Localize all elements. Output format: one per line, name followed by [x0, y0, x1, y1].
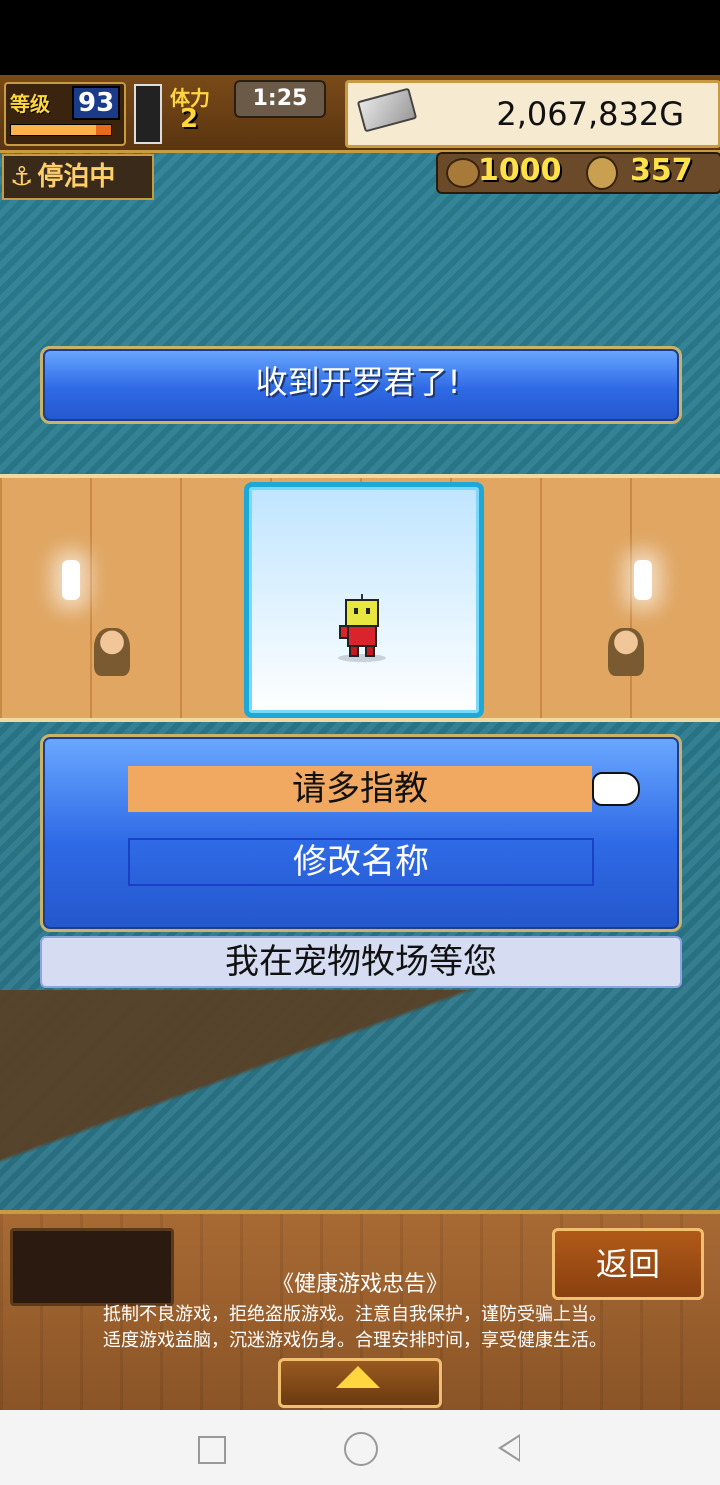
- status-bar: [0, 0, 720, 75]
- resource-1-value: 1000: [478, 153, 562, 188]
- port-status-badge[interactable]: ⚓ 停泊中: [2, 154, 154, 200]
- level-label: 等级: [10, 92, 50, 116]
- stamina-gauge: [134, 84, 162, 144]
- health-notice-line-2: 适度游戏益脑，沉迷游戏伤身。合理安排时间，享受健康生活。: [103, 1330, 607, 1351]
- anchor-icon: ⚓: [10, 162, 34, 192]
- lamp-left: [62, 560, 80, 600]
- level-progress-bar: [10, 124, 112, 136]
- health-notice-title: 《健康游戏忠告》: [271, 1272, 448, 1297]
- arrow-up-icon: [336, 1366, 380, 1388]
- level-value: 93: [72, 86, 121, 120]
- lamp-right: [634, 560, 652, 600]
- ship-deck-scene: [0, 990, 720, 1210]
- message-text: 收到开罗君了!: [255, 363, 461, 401]
- stamina-value: 2: [180, 104, 199, 134]
- recent-apps-icon[interactable]: [198, 1436, 226, 1464]
- money-amount: 2,067,832G: [496, 95, 684, 133]
- choice-dialog: [40, 734, 682, 932]
- cannon-icon: [446, 158, 480, 188]
- crew-member-left: [94, 628, 130, 676]
- crew-member-right: [608, 628, 644, 676]
- farm-notice-banner: 我在宠物牧场等您: [40, 936, 682, 988]
- back-nav-icon-inner: [502, 1437, 519, 1459]
- home-icon[interactable]: [344, 1432, 378, 1466]
- pointing-hand-icon: [592, 772, 640, 806]
- stamina-timer: 1:25: [234, 80, 326, 118]
- kairo-kun-character: [338, 594, 386, 662]
- medal-icon: [586, 156, 618, 190]
- resource-2-value: 357: [630, 153, 693, 188]
- health-notice-line-1: 抵制不良游戏，拒绝盗版游戏。注意自我保护，谨防受骗上当。: [103, 1304, 607, 1325]
- port-status-label: 停泊中: [37, 162, 116, 192]
- level-progress-fill: [11, 125, 96, 135]
- option-greet[interactable]: 请多指教: [128, 766, 592, 812]
- option-rename[interactable]: 修改名称: [128, 838, 594, 886]
